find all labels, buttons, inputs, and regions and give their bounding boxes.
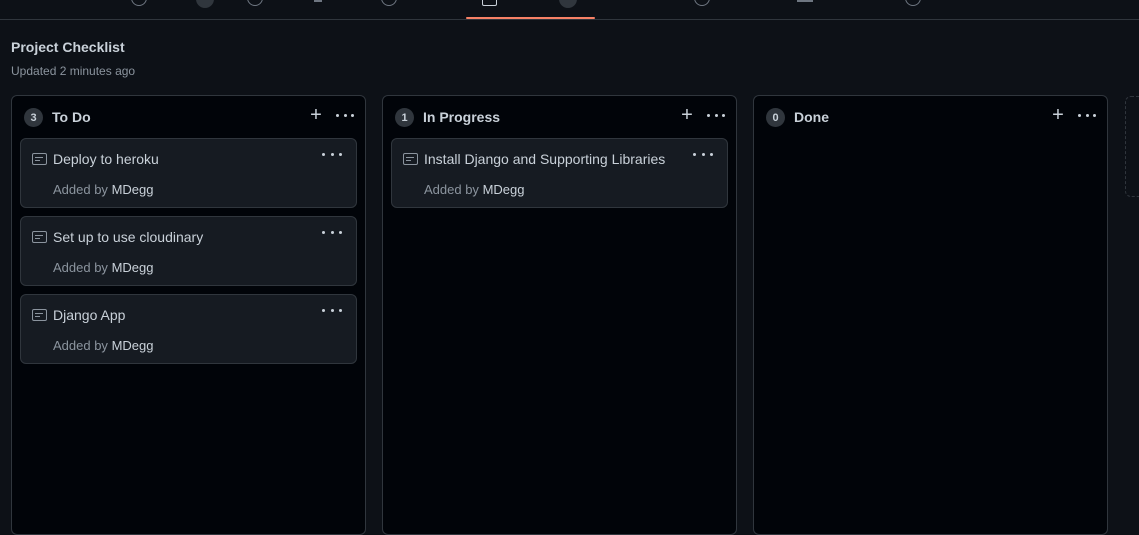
added-by-label: Added by — [53, 338, 108, 353]
column-title: To Do — [52, 109, 91, 125]
card[interactable]: Install Django and Supporting Libraries … — [391, 138, 728, 208]
kebab-horizontal-icon[interactable] — [333, 105, 357, 125]
plus-icon[interactable]: + — [1047, 104, 1069, 126]
plus-icon[interactable]: + — [305, 104, 327, 126]
nav-counter-badge — [559, 0, 577, 8]
plus-icon[interactable]: + — [676, 104, 698, 126]
card-count-badge: 1 — [395, 108, 414, 127]
page-title: Project Checklist — [11, 39, 125, 55]
column-header: 3 To Do + — [12, 96, 365, 138]
added-by-label: Added by — [53, 182, 108, 197]
column-in-progress: 1 In Progress + Install Django and Suppo… — [382, 95, 737, 535]
column-todo: 3 To Do + Deploy to heroku Added by MDeg… — [11, 95, 366, 535]
kebab-horizontal-icon[interactable] — [322, 146, 342, 162]
author-link[interactable]: MDegg — [112, 260, 154, 275]
nav-counter-badge — [196, 0, 214, 8]
card-title: Deploy to heroku — [53, 151, 159, 167]
kebab-horizontal-icon[interactable] — [1075, 105, 1099, 125]
card-count-badge: 3 — [24, 108, 43, 127]
card-meta: Added by MDegg — [424, 182, 524, 197]
added-by-label: Added by — [53, 260, 108, 275]
card-meta: Added by MDegg — [53, 260, 153, 275]
card[interactable]: Set up to use cloudinary Added by MDegg — [20, 216, 357, 286]
card-title: Django App — [53, 307, 126, 323]
card[interactable]: Deploy to heroku Added by MDegg — [20, 138, 357, 208]
kebab-horizontal-icon[interactable] — [704, 105, 728, 125]
card-count-badge: 0 — [766, 108, 785, 127]
card-meta: Added by MDegg — [53, 182, 153, 197]
nav-tab-icon[interactable] — [694, 0, 710, 6]
nav-tab-label-fragment — [314, 0, 322, 2]
kebab-horizontal-icon[interactable] — [322, 302, 342, 318]
added-by-label: Added by — [424, 182, 479, 197]
kebab-horizontal-icon[interactable] — [322, 224, 342, 240]
card[interactable]: Django App Added by MDegg — [20, 294, 357, 364]
nav-tab-icon[interactable] — [905, 0, 921, 6]
last-updated: Updated 2 minutes ago — [11, 64, 136, 78]
column-done: 0 Done + — [753, 95, 1108, 535]
author-link[interactable]: MDegg — [112, 338, 154, 353]
nav-tab-icon[interactable] — [247, 0, 263, 6]
column-title: In Progress — [423, 109, 501, 125]
card-title: Set up to use cloudinary — [53, 229, 204, 245]
card-title: Install Django and Supporting Libraries — [424, 151, 666, 167]
nav-tab-icon[interactable] — [131, 0, 147, 6]
projects-tab-icon[interactable] — [482, 0, 497, 6]
column-title: Done — [794, 109, 829, 125]
column-header: 0 Done + — [754, 96, 1107, 138]
add-column-placeholder[interactable] — [1125, 96, 1139, 197]
note-icon — [32, 231, 47, 243]
note-icon — [32, 309, 47, 321]
repo-nav — [0, 0, 1139, 20]
kebab-horizontal-icon[interactable] — [693, 146, 713, 162]
author-link[interactable]: MDegg — [112, 182, 154, 197]
column-header: 1 In Progress + — [383, 96, 736, 138]
nav-tab-icon[interactable] — [797, 0, 813, 2]
card-meta: Added by MDegg — [53, 338, 153, 353]
note-icon — [32, 153, 47, 165]
author-link[interactable]: MDegg — [483, 182, 525, 197]
project-header: Project Checklist Updated 2 minutes ago — [11, 39, 135, 78]
note-icon — [403, 153, 418, 165]
active-tab-underline — [466, 17, 595, 19]
nav-tab-icon[interactable] — [381, 0, 397, 6]
